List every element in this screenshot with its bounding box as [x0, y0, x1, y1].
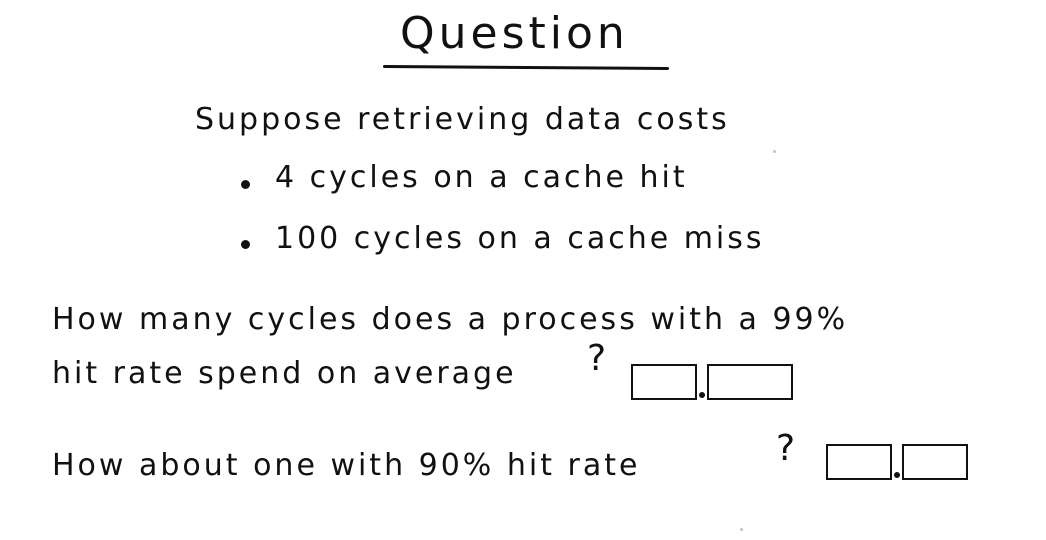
- decimal-point: [699, 392, 705, 398]
- bullet-item-hit: 4 cycles on a cache hit: [275, 160, 688, 195]
- answer1-field: [631, 364, 793, 400]
- answer2-field: [826, 444, 968, 480]
- answer2-integer-box[interactable]: [826, 444, 892, 480]
- answer1-integer-box[interactable]: [631, 364, 697, 400]
- slide-title: Question: [400, 8, 629, 59]
- question2-mark: ?: [776, 428, 796, 469]
- decimal-point: [894, 472, 900, 478]
- bullet-dot: [241, 180, 250, 189]
- question1-line2: hit rate spend on average: [52, 356, 517, 391]
- bullet-dot: [241, 240, 250, 249]
- speck: [740, 528, 743, 531]
- bullet-item-miss: 100 cycles on a cache miss: [275, 221, 765, 256]
- answer2-decimal-box[interactable]: [902, 444, 968, 480]
- answer1-decimal-box[interactable]: [707, 364, 793, 400]
- lecture-slide: Question Suppose retrieving data costs 4…: [0, 0, 1046, 540]
- speck: [773, 150, 776, 153]
- question1-mark: ?: [587, 338, 607, 379]
- question1-line1: How many cycles does a process with a 99…: [52, 302, 849, 337]
- title-underline: [382, 65, 670, 70]
- intro-text: Suppose retrieving data costs: [195, 102, 730, 137]
- question2-text: How about one with 90% hit rate: [52, 448, 641, 483]
